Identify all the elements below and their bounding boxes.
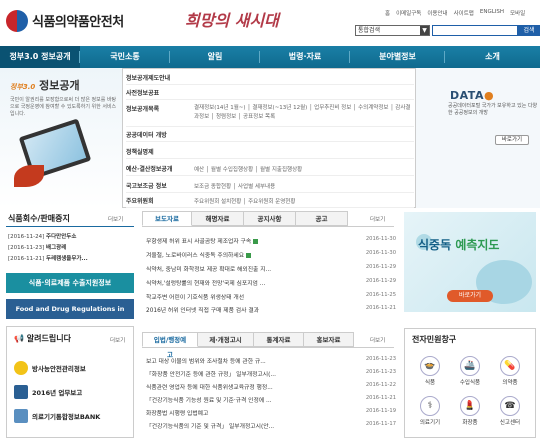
top-link-guide[interactable]: 이용안내 (427, 9, 447, 17)
press-post[interactable]: 겨울철, 노로바이러스 식중독 주의하세요 2016-11-30 (146, 250, 396, 259)
slogan: 희망의 새시대 (185, 11, 279, 30)
petition-report-center[interactable]: ☎ 신고센터 (495, 396, 525, 426)
petition-drug[interactable]: 💊 의약품 (495, 356, 525, 386)
megaphone-icon: 📢 (14, 334, 24, 343)
mega-menu: 정보공개제도안내 사전정보공표 정보공개목록 결재정보(14년 1월~) │ 결재… (122, 68, 416, 208)
press-more-link[interactable]: 더보기 (370, 215, 385, 223)
notice-title: 📢 알려드립니다 (14, 334, 71, 343)
export-support-banner[interactable]: 식품·의료제품 수출지원정보 (6, 273, 134, 293)
press-post[interactable]: 2016년 허위 인터넷 직접 구매 제품 검사 결과 2016-11-21 (146, 305, 396, 314)
legislation-more-link[interactable]: 더보기 (370, 336, 385, 344)
divider (142, 226, 394, 227)
search-button[interactable]: 검색 (518, 25, 540, 36)
petition-title: 전자민원창구 (412, 335, 457, 344)
press-post[interactable]: 무항생제 허위 표시 사골곰탕 제조업자 구속 2016-11-30 (146, 236, 396, 245)
legislation-post[interactable]: 「건강기능식품의 기준 및 규격」 일부개정고시(안... 2016-11-17 (146, 421, 396, 430)
search-scope-select[interactable]: 통합검색 ▼ (355, 25, 430, 36)
petition-food[interactable]: 🍲 식품 (415, 356, 445, 386)
notice-item-device-bank[interactable]: 의료기기통합정보BANK (14, 409, 100, 423)
promo-right-desc: 공공데이터포털 국가가 보유하고 있는 다양한 공공정보의 개방 (448, 103, 538, 116)
tab-clarification[interactable]: 해명자료 (192, 211, 244, 226)
legislation-post[interactable]: 「건강기능식품 기능성 원료 및 기준·규격 인정에 ... 2016-11-21 (146, 395, 396, 404)
report-center-icon: ☎ (500, 396, 520, 416)
notice-item-report[interactable]: 2016년 업무보고 (14, 385, 82, 399)
divider (6, 226, 134, 227)
site-logo-text[interactable]: 식품의약품안전처 (32, 11, 124, 30)
recall-item[interactable]: [2016-11-23] 배그광레 (8, 243, 66, 251)
tab-statistics[interactable]: 통계자료 (254, 332, 304, 347)
top-link-mobile[interactable]: 모바일 (510, 9, 525, 17)
tab-announcements[interactable]: 공지사항 (244, 211, 296, 226)
press-tabbar: 보도자료 해명자료 공지사항 공고 (142, 211, 348, 226)
legislation-tabbar: 입법/행정예고 제·개정고시 통계자료 홍보자료 (142, 332, 354, 359)
report-icon (14, 385, 28, 399)
legislation-post[interactable]: 「화장품 안전기준 등에 관한 규정」 일부개정고시(... 2016-11-23 (146, 369, 396, 378)
cosmetics-icon: 💄 (460, 396, 480, 416)
pill-icon: 💊 (500, 356, 520, 376)
logo-icon[interactable] (6, 10, 28, 32)
new-badge-icon (253, 239, 259, 244)
recall-more-link[interactable]: 더보기 (108, 215, 123, 223)
recall-item[interactable]: [2016-11-21] 두레캠생율무가... (8, 254, 88, 262)
menu-row-policy-name[interactable]: 정책실명제 (126, 145, 414, 159)
notice-more-link[interactable]: 더보기 (110, 336, 125, 344)
tab-notice[interactable]: 공고 (296, 211, 348, 226)
tab-pr[interactable]: 홍보자료 (304, 332, 354, 347)
stethoscope-icon: ⚕ (420, 396, 440, 416)
menu-row-open-data[interactable]: 공공데이터 개방 (126, 128, 414, 142)
promo-left-title: 정부3.0 정보공개 (10, 79, 80, 92)
nav-item-field-info[interactable]: 분야별정보 (350, 46, 445, 68)
nav-item-notice[interactable]: 알림 (170, 46, 260, 68)
petition-cosmetics[interactable]: 💄 화장품 (455, 396, 485, 426)
menu-row-committee[interactable]: 주요위원회 주요위원회 설치현황 │ 주요위원회 운영현황 (126, 194, 414, 208)
data-portal-logo: DATA● (450, 89, 495, 102)
menu-row-pre-release[interactable]: 사전정보공표 (126, 86, 414, 100)
top-links: 홈 이메일구독 이용안내 사이트맵 ENGLISH 모바일 (385, 9, 525, 17)
promo-left-desc: 국민이 알권리를 보장함으로써 더 많은 정보를 바탕으로 국정운영에 참여할 … (10, 97, 117, 117)
top-link-english[interactable]: ENGLISH (480, 9, 504, 17)
menu-row-info-list[interactable]: 정보공개목록 결재정보(14년 1월~) │ 결재정보(~13년 12월) │ 업… (126, 101, 414, 127)
menu-row-guide[interactable]: 정보공개제도안내 (126, 71, 414, 85)
main-nav: 정부3.0 정보공개 국민소통 알림 법령·자료 분야별정보 소개 (0, 46, 540, 68)
tab-press[interactable]: 보도자료 (142, 211, 192, 226)
press-post[interactable]: 식약처,'설렁탕률의 현재와 전망'국제 심포지엄 ... 2016-11-29 (146, 278, 396, 287)
nav-item-laws[interactable]: 법령·자료 (260, 46, 350, 68)
notice-item-radiation[interactable]: 방사능안전관리정보 (14, 361, 86, 375)
menu-row-subsidy[interactable]: 국고보조금 정보 보조금 종합현황 │ 사업별 세부내용 (126, 179, 414, 193)
nav-item-info-disclosure[interactable]: 정부3.0 정보공개 (0, 46, 80, 68)
top-link-home[interactable]: 홈 (385, 9, 390, 17)
nav-item-about[interactable]: 소개 (445, 46, 540, 68)
food-icon: 🍲 (420, 356, 440, 376)
new-badge-icon (246, 253, 252, 258)
divider (142, 347, 394, 348)
tab-legislation[interactable]: 입법/행정예고 (142, 332, 198, 359)
petition-import-food[interactable]: 🚢 수입식품 (455, 356, 485, 386)
tab-revision[interactable]: 제·개정고시 (198, 332, 254, 347)
search-input[interactable] (432, 25, 518, 36)
top-link-sitemap[interactable]: 사이트맵 (454, 9, 474, 17)
recall-title: 식품회수/판매중지 (8, 214, 70, 223)
data-portal-link-button[interactable]: 바로가기 (495, 135, 529, 145)
petition-medical-device[interactable]: ⚕ 의료기기 (415, 396, 445, 426)
device-icon (14, 409, 28, 423)
chevron-down-icon: ▼ (420, 26, 429, 35)
press-post[interactable]: 학교주변 어린이 기호식품 위생상태 개선 2016-11-25 (146, 292, 396, 301)
legislation-post[interactable]: 식품관련 영업자 등에 대한 식품위생교육규정 행정... 2016-11-22 (146, 382, 396, 391)
nav-item-communication[interactable]: 국민소통 (80, 46, 170, 68)
regulations-banner[interactable]: Food and Drug Regulations in Korea (6, 299, 134, 333)
top-link-email[interactable]: 이메일구독 (396, 9, 421, 17)
legislation-post[interactable]: 보고 대상 이물의 범위와 조사절차 등에 관한 규... 2016-11-23 (146, 356, 396, 365)
food-poisoning-map-title: 식중독 예측지도 (418, 238, 500, 252)
recall-item[interactable]: [2016-11-24] 주다만안두소 (8, 232, 76, 240)
press-post[interactable]: 식약처, 중남미 화학정보 제공 확대로 해외진출 지... 2016-11-29 (146, 264, 396, 273)
food-poisoning-map-button[interactable]: 바로가기 (447, 290, 493, 302)
radiation-icon (14, 361, 28, 375)
legislation-post[interactable]: 화장품법 시행령 입법예고 2016-11-19 (146, 408, 396, 417)
menu-row-budget[interactable]: 예산·결산정보공개 예산 │ 월별 수입집행상황 │ 월별 지출집행상황 (126, 162, 414, 176)
import-food-icon: 🚢 (460, 356, 480, 376)
